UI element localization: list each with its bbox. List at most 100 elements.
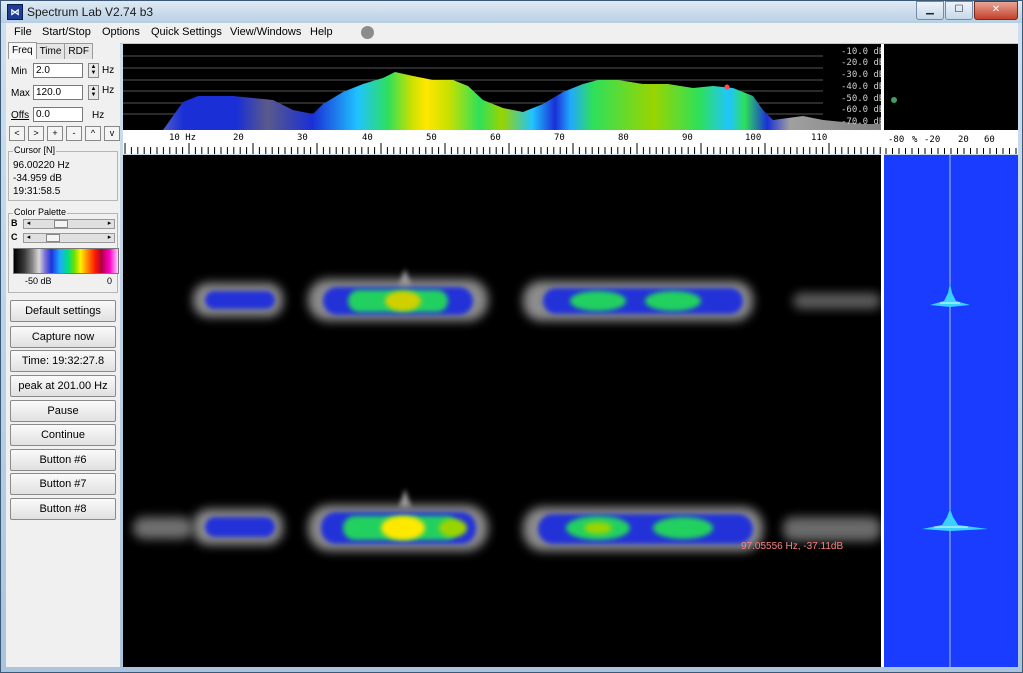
indicator-dot-icon: [891, 97, 897, 103]
zoom-in-button[interactable]: +: [47, 126, 63, 141]
color-palette: Color Palette B ◂ ▸ C ◂ ▸ -50 dB 0: [8, 207, 119, 293]
freq-tick-label: 90: [682, 133, 693, 143]
offset-input[interactable]: [33, 107, 83, 122]
palette-gradient[interactable]: [13, 248, 119, 274]
level-tick-label: -20: [924, 135, 940, 145]
panel-tabs: Freq Time RDF: [8, 42, 93, 59]
maximize-button[interactable]: ☐: [945, 1, 973, 20]
freq-tick-label: 10 Hz: [169, 133, 196, 143]
freq-tick-label: 20: [233, 133, 244, 143]
level-scale-graph: -80 % -20 20 60: [884, 97, 1018, 154]
freq-tick-label: 50: [426, 133, 437, 143]
cursor-time: 19:31:58.5: [13, 186, 61, 197]
tab-freq[interactable]: Freq: [8, 42, 37, 59]
db-label: -60.0 dB: [841, 105, 881, 115]
menu-help[interactable]: Help: [310, 26, 333, 38]
button-8[interactable]: Button #8: [10, 498, 116, 520]
cursor-title: Cursor [N]: [13, 145, 57, 155]
zoom-out-button[interactable]: -: [66, 126, 82, 141]
palette-min-label: -50 dB: [25, 276, 52, 286]
slider-left-icon[interactable]: ◂: [24, 220, 33, 228]
db-label: -10.0 dB: [841, 47, 881, 57]
max-freq-input[interactable]: [33, 85, 83, 100]
cursor-freq: 96.00220 Hz: [13, 160, 70, 171]
app-window: ⋈ Spectrum Lab V2.74 b3 ▁ ☐ ✕ File Start…: [0, 0, 1023, 673]
minimize-button[interactable]: ▁: [916, 1, 944, 20]
level-scale-panel: -80 % -20 20 60: [884, 44, 1018, 154]
db-label: -30.0 dB: [841, 70, 881, 80]
time-button[interactable]: Time: 19:32:27.8: [10, 350, 116, 372]
brightness-slider[interactable]: B ◂ ▸: [11, 218, 117, 230]
continue-button[interactable]: Continue: [10, 424, 116, 446]
waterfall-display[interactable]: 97.05556 Hz, -37.11dB: [123, 155, 881, 667]
db-label: -20.0 dB: [841, 58, 881, 68]
cursor-marker-text: 97.05556 Hz, -37.11dB: [741, 541, 843, 552]
signal-trace-upper: [193, 269, 881, 321]
slider-right-icon[interactable]: ▸: [105, 220, 114, 228]
palette-max-label: 0: [107, 276, 113, 286]
capture-now-button[interactable]: Capture now: [10, 326, 116, 348]
brightness-track[interactable]: ◂ ▸: [23, 219, 115, 229]
level-history-pane[interactable]: [884, 155, 1018, 667]
menu-view-windows[interactable]: View/Windows: [230, 26, 301, 38]
scroll-right-button[interactable]: >: [28, 126, 44, 141]
min-label: Min: [11, 66, 28, 77]
app-icon[interactable]: ⋈: [7, 4, 23, 20]
palette-title: Color Palette: [13, 207, 68, 217]
menu-options[interactable]: Options: [102, 26, 140, 38]
menu-bar: File Start/Stop Options Quick Settings V…: [6, 23, 1018, 44]
menu-start-stop[interactable]: Start/Stop: [42, 26, 91, 38]
peak-marker-icon: [724, 84, 730, 90]
max-unit: Hz: [102, 85, 115, 96]
control-panel: Freq Time RDF Min ▲▼ Hz Max ▲▼ Hz Offs H…: [6, 42, 120, 667]
tab-rdf[interactable]: RDF: [64, 43, 93, 59]
title-bar[interactable]: ⋈ Spectrum Lab V2.74 b3 ▁ ☐ ✕: [1, 1, 1022, 23]
slider-left-icon[interactable]: ◂: [24, 234, 33, 242]
menu-file[interactable]: File: [14, 26, 32, 38]
scroll-left-button[interactable]: <: [9, 126, 25, 141]
min-freq-spinner[interactable]: ▲ ▼: [88, 63, 99, 78]
min-unit: Hz: [102, 65, 115, 76]
db-label: -70.0 dB: [841, 117, 881, 127]
level-tick-label: %: [912, 135, 918, 145]
max-label: Max: [11, 88, 30, 99]
slider-right-icon[interactable]: ▸: [105, 234, 114, 242]
tab-time[interactable]: Time: [35, 43, 66, 59]
level-blip-upper: [930, 283, 970, 307]
offs-label: Offs: [11, 110, 30, 121]
freq-tick-label: 80: [618, 133, 629, 143]
offs-unit: Hz: [92, 110, 105, 121]
db-label: -50.0 dB: [841, 94, 881, 104]
db-label: -40.0 dB: [841, 82, 881, 92]
level-blip-lower: [922, 509, 988, 531]
freq-settings: Min ▲▼ Hz Max ▲▼ Hz Offs Hz < > + - ^ v: [6, 59, 120, 143]
nav-buttons: < > + - ^ v: [9, 126, 123, 141]
contrast-thumb[interactable]: [46, 234, 60, 242]
freq-tick-label: 30: [297, 133, 308, 143]
cursor-readout: Cursor [N] 96.00220 Hz -34.959 dB 19:31:…: [8, 145, 118, 201]
contrast-slider[interactable]: C ◂ ▸: [11, 232, 117, 244]
scroll-down-button[interactable]: v: [104, 126, 120, 141]
level-tick-label: 20: [958, 135, 969, 145]
pause-button[interactable]: Pause: [10, 400, 116, 422]
close-button[interactable]: ✕: [974, 1, 1018, 20]
spectrum-display[interactable]: -10.0 dB -20.0 dB -30.0 dB -40.0 dB -50.…: [123, 44, 881, 154]
brightness-thumb[interactable]: [54, 220, 68, 228]
cursor-level: -34.959 dB: [13, 173, 62, 184]
level-tick-label: 60: [984, 135, 995, 145]
contrast-track[interactable]: ◂ ▸: [23, 233, 115, 243]
brightness-label: B: [11, 218, 18, 228]
max-freq-spinner[interactable]: ▲ ▼: [88, 85, 99, 100]
menu-quick-settings[interactable]: Quick Settings: [151, 26, 222, 38]
min-freq-input[interactable]: [33, 63, 83, 78]
spectrum-trace: [123, 72, 881, 130]
level-tick-label: -80: [888, 135, 904, 145]
default-settings-button[interactable]: Default settings: [10, 300, 116, 322]
button-7[interactable]: Button #7: [10, 473, 116, 495]
spectrum-graph: -10.0 dB -20.0 dB -30.0 dB -40.0 dB -50.…: [123, 47, 881, 154]
button-6[interactable]: Button #6: [10, 449, 116, 471]
level-ticks: [885, 148, 1017, 154]
scroll-up-button[interactable]: ^: [85, 126, 101, 141]
status-led-icon: [361, 26, 374, 39]
peak-button[interactable]: peak at 201.00 Hz: [10, 375, 116, 397]
